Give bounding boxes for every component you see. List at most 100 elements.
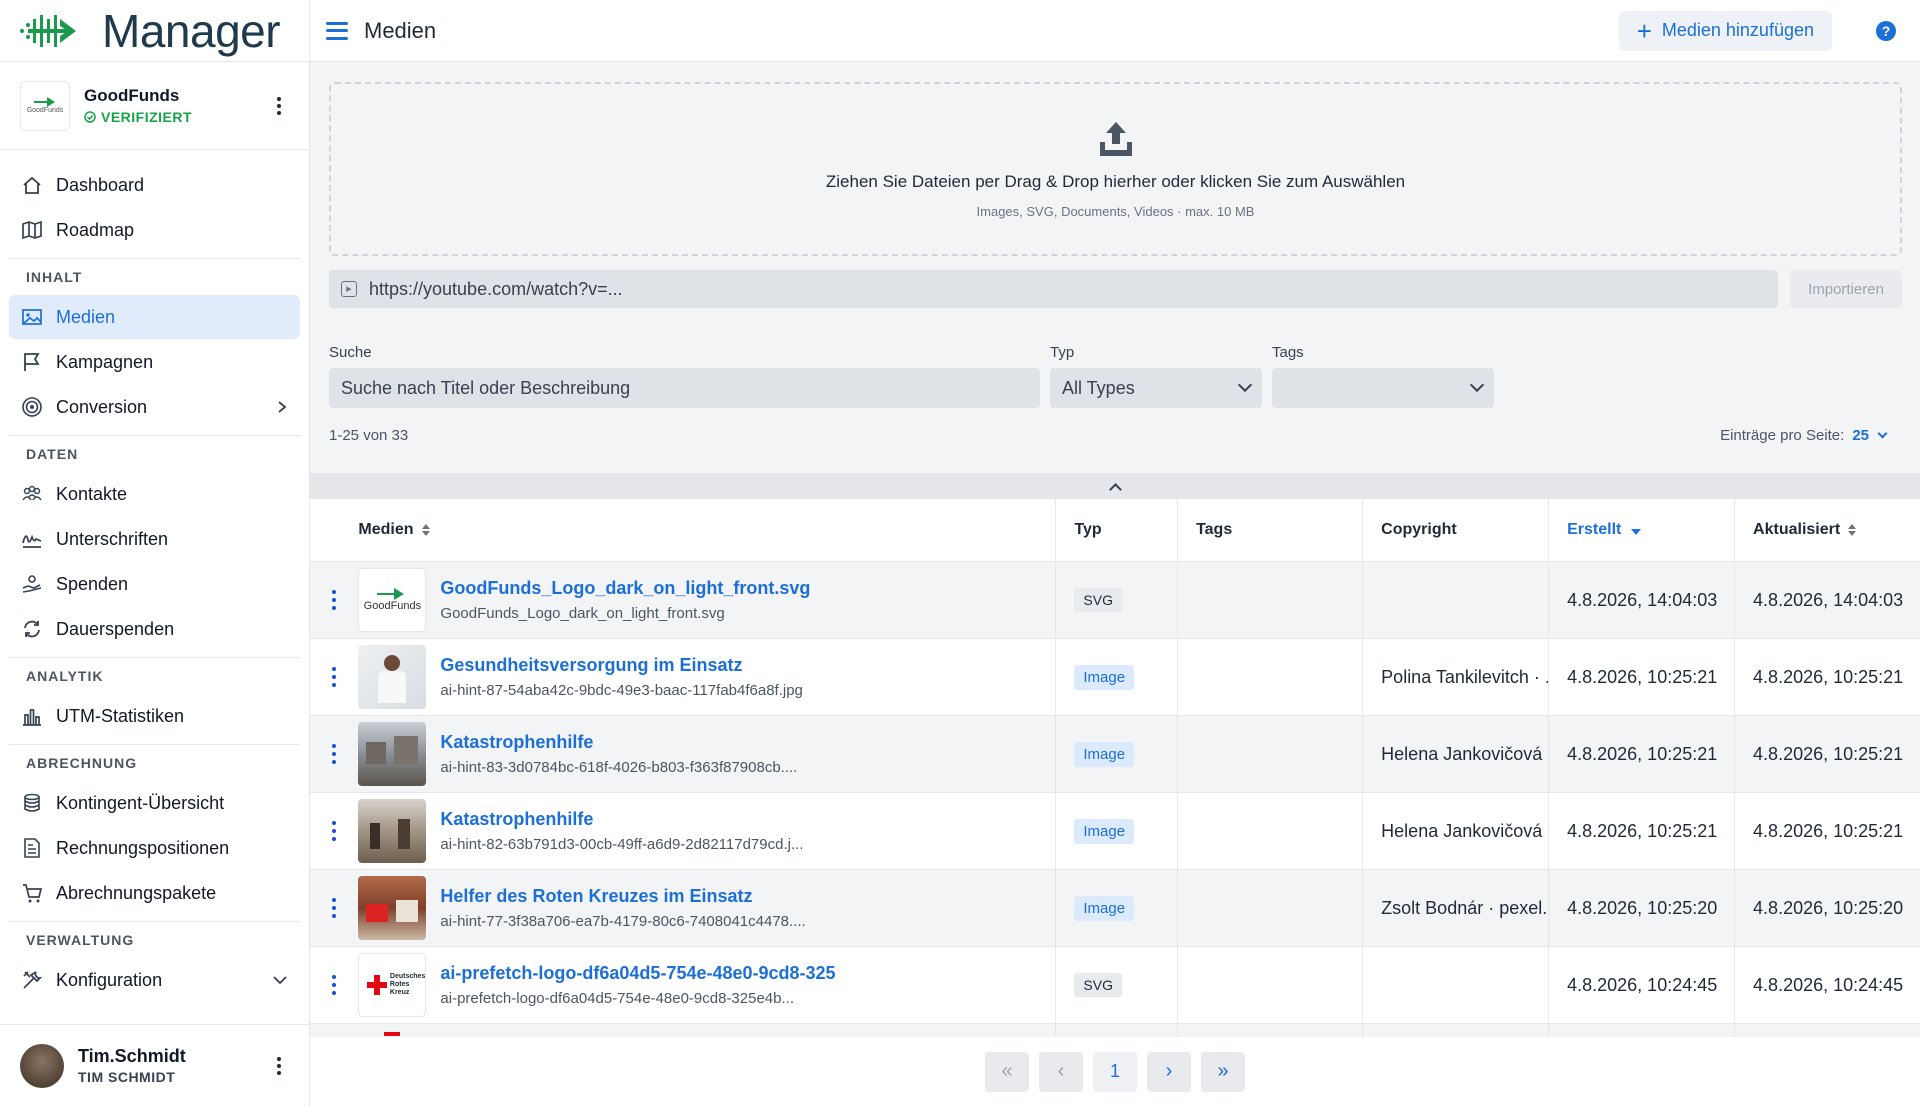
created-cell: 4.8.2026, 10:25:21 <box>1549 716 1736 792</box>
table-row-partial <box>310 1024 1920 1037</box>
sidebar-item-dauerspenden[interactable]: Dauerspenden <box>9 607 300 651</box>
table-row[interactable]: Gesundheitsversorgung im Einsatz ai-hint-… <box>310 639 1920 716</box>
tags-select[interactable] <box>1272 368 1494 408</box>
media-title-link[interactable]: Helfer des Roten Kreuzes im Einsatz <box>440 886 805 907</box>
media-filename: ai-hint-83-3d0784bc-618f-4026-b803-f363f… <box>440 759 798 776</box>
media-title-link[interactable]: ai-prefetch-logo-df6a04d5-754e-48e0-9cd8… <box>440 963 835 984</box>
header-media[interactable]: Medien <box>358 499 1057 561</box>
row-menu-icon[interactable] <box>332 667 337 687</box>
target-icon <box>21 396 43 418</box>
sidebar-item-kontakte[interactable]: Kontakte <box>9 472 300 516</box>
table-row[interactable]: Deutsches Rotes Kreuz ai-prefetch-logo-df… <box>310 947 1920 1024</box>
current-page[interactable]: 1 <box>1093 1051 1137 1092</box>
type-badge: SVG <box>1074 588 1122 612</box>
media-thumbnail: GoodFunds <box>358 568 427 632</box>
media-cell: Helfer des Roten Kreuzes im Einsatz ai-hi… <box>358 870 1057 946</box>
sidebar-item-utm-statistiken[interactable]: UTM-Statistiken <box>9 694 300 738</box>
table-row[interactable]: Katastrophenhilfe ai-hint-83-3d0784bc-618… <box>310 716 1920 793</box>
search-placeholder: Suche nach Titel oder Beschreibung <box>341 377 631 398</box>
media-filename: ai-hint-87-54aba42c-9bdc-49e3-baac-117fa… <box>440 682 803 699</box>
app-logo[interactable]: Manager <box>0 0 309 62</box>
upload-icon <box>1099 121 1132 156</box>
youtube-icon: ▶ <box>341 281 357 297</box>
collapse-filters-button[interactable] <box>310 473 1920 499</box>
sidebar-item-konfiguration[interactable]: Konfiguration <box>9 958 300 1002</box>
media-filename: ai-hint-77-3f38a706-ea7b-4179-80c6-74080… <box>440 913 806 930</box>
media-title-link[interactable]: Katastrophenhilfe <box>440 809 803 830</box>
row-menu-icon[interactable] <box>332 975 337 995</box>
header-tags-label: Tags <box>1196 521 1233 538</box>
tags-cell <box>1178 639 1364 715</box>
created-cell: 4.8.2026, 10:25:21 <box>1549 639 1736 715</box>
sort-icon <box>1848 524 1857 536</box>
sidebar-item-roadmap[interactable]: Roadmap <box>9 208 300 252</box>
page-title: Medien <box>364 17 437 43</box>
sort-desc-icon <box>1631 528 1642 535</box>
sidebar-item-spenden[interactable]: Spenden <box>9 562 300 606</box>
per-page-label: Einträge pro Seite: <box>1720 427 1845 444</box>
media-title-link[interactable]: GoodFunds_Logo_dark_on_light_front.svg <box>440 578 810 599</box>
media-title-link[interactable]: Katastrophenhilfe <box>440 732 797 753</box>
user-fullname: TIM SCHMIDT <box>78 1069 176 1085</box>
sidebar-item-dashboard[interactable]: Dashboard <box>9 163 300 207</box>
per-page-select[interactable]: 25 <box>1852 427 1869 444</box>
sort-icon <box>421 524 430 536</box>
sidebar-item-rechnungspositionen[interactable]: Rechnungspositionen <box>9 826 300 870</box>
type-select[interactable]: All Types <box>1050 368 1262 408</box>
avatar <box>20 1043 64 1088</box>
header-actions <box>310 499 358 561</box>
menu-toggle-icon[interactable] <box>326 21 348 40</box>
help-icon[interactable]: ? <box>1876 20 1896 41</box>
sidebar-item-label: Rechnungspositionen <box>56 837 230 858</box>
type-select-value: All Types <box>1062 377 1135 398</box>
row-menu-icon[interactable] <box>332 898 337 918</box>
add-media-button[interactable]: + Medien hinzufügen <box>1618 10 1832 51</box>
search-input[interactable]: Suche nach Titel oder Beschreibung <box>329 368 1040 408</box>
sidebar-item-label: Dauerspenden <box>56 618 175 639</box>
media-cell: Gesundheitsversorgung im Einsatz ai-hint-… <box>358 639 1057 715</box>
next-page-icon[interactable]: › <box>1147 1051 1191 1092</box>
user-bar[interactable]: Tim.Schmidt TIM SCHMIDT <box>0 1024 309 1106</box>
media-title-link[interactable]: Gesundheitsversorgung im Einsatz <box>440 655 802 676</box>
table-row[interactable]: Katastrophenhilfe ai-hint-82-63b791d3-00c… <box>310 793 1920 870</box>
row-menu-icon[interactable] <box>332 744 337 764</box>
type-badge: Image <box>1074 895 1135 921</box>
pagination: « ‹ 1 › » <box>310 1037 1920 1106</box>
topbar: Medien + Medien hinzufügen ? <box>310 0 1920 62</box>
import-button[interactable]: Importieren <box>1790 270 1902 308</box>
table-row[interactable]: Helfer des Roten Kreuzes im Einsatz ai-hi… <box>310 870 1920 947</box>
sidebar-item-kontingent-bersicht[interactable]: Kontingent-Übersicht <box>9 781 300 825</box>
invoice-icon <box>21 837 43 859</box>
org-switcher[interactable]: GoodFunds GoodFunds VERIFIZIERT <box>0 62 309 150</box>
table-body: GoodFunds GoodFunds_Logo_dark_on_light_fr… <box>310 562 1920 1037</box>
row-menu-icon[interactable] <box>332 821 337 841</box>
sidebar-item-abrechnungspakete[interactable]: Abrechnungspakete <box>9 871 300 915</box>
verified-text: VERIFIZIERT <box>101 109 193 125</box>
plus-icon: + <box>1636 15 1652 46</box>
tags-cell <box>1178 562 1364 638</box>
row-menu-icon[interactable] <box>332 590 337 610</box>
sidebar-item-medien[interactable]: Medien <box>9 295 300 339</box>
chevron-down-icon[interactable] <box>1877 428 1888 439</box>
sidebar-item-kampagnen[interactable]: Kampagnen <box>9 340 300 384</box>
org-menu-icon[interactable] <box>269 96 289 115</box>
upload-dropzone[interactable]: Ziehen Sie Dateien per Drag & Drop hierh… <box>329 82 1902 256</box>
first-page-icon[interactable]: « <box>985 1051 1029 1092</box>
copyright-cell: Helena Jankovičová ... <box>1363 793 1550 869</box>
org-logo-icon <box>34 97 55 107</box>
last-page-icon[interactable]: » <box>1201 1051 1245 1092</box>
prev-page-icon[interactable]: ‹ <box>1039 1051 1083 1092</box>
chevron-down-icon <box>1469 377 1485 393</box>
tags-label: Tags <box>1272 344 1304 361</box>
header-updated[interactable]: Aktualisiert <box>1735 499 1920 561</box>
table-row[interactable]: GoodFunds GoodFunds_Logo_dark_on_light_fr… <box>310 562 1920 639</box>
media-filename: ai-prefetch-logo-df6a04d5-754e-48e0-9cd8… <box>440 990 794 1007</box>
sidebar-item-label: Conversion <box>56 396 148 417</box>
header-created[interactable]: Erstellt <box>1549 499 1736 561</box>
sidebar-item-conversion[interactable]: Conversion <box>9 385 300 429</box>
add-media-label: Medien hinzufügen <box>1661 20 1814 40</box>
tags-cell <box>1178 870 1364 946</box>
sidebar-item-unterschriften[interactable]: Unterschriften <box>9 517 300 561</box>
user-menu-icon[interactable] <box>269 1056 289 1075</box>
url-import-input[interactable]: ▶ https://youtube.com/watch?v=... <box>329 270 1778 308</box>
